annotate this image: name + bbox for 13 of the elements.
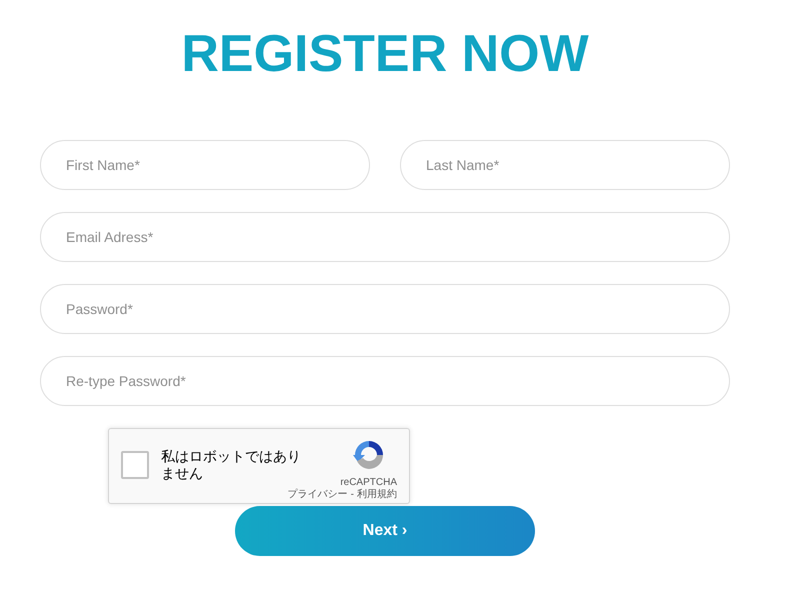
link-separator: -: [350, 489, 354, 502]
input-field[interactable]: Re-type Password*: [40, 356, 730, 406]
privacy-link[interactable]: プライバシー: [288, 489, 348, 502]
input-field[interactable]: Password*: [40, 284, 730, 334]
brand-text: reCAPTCHA: [340, 477, 397, 488]
captcha-checkbox[interactable]: [121, 451, 149, 480]
page-title: REGISTER NOW: [180, 24, 590, 85]
circular-arrows-icon: [352, 439, 385, 472]
input-field[interactable]: First Name*: [40, 140, 370, 190]
terms-link[interactable]: 利用規約: [357, 489, 397, 502]
input-field[interactable]: Last Name*: [400, 140, 730, 190]
captcha-label: 私はロボットではありません: [161, 448, 302, 482]
input-field[interactable]: Email Adress*: [40, 212, 730, 262]
